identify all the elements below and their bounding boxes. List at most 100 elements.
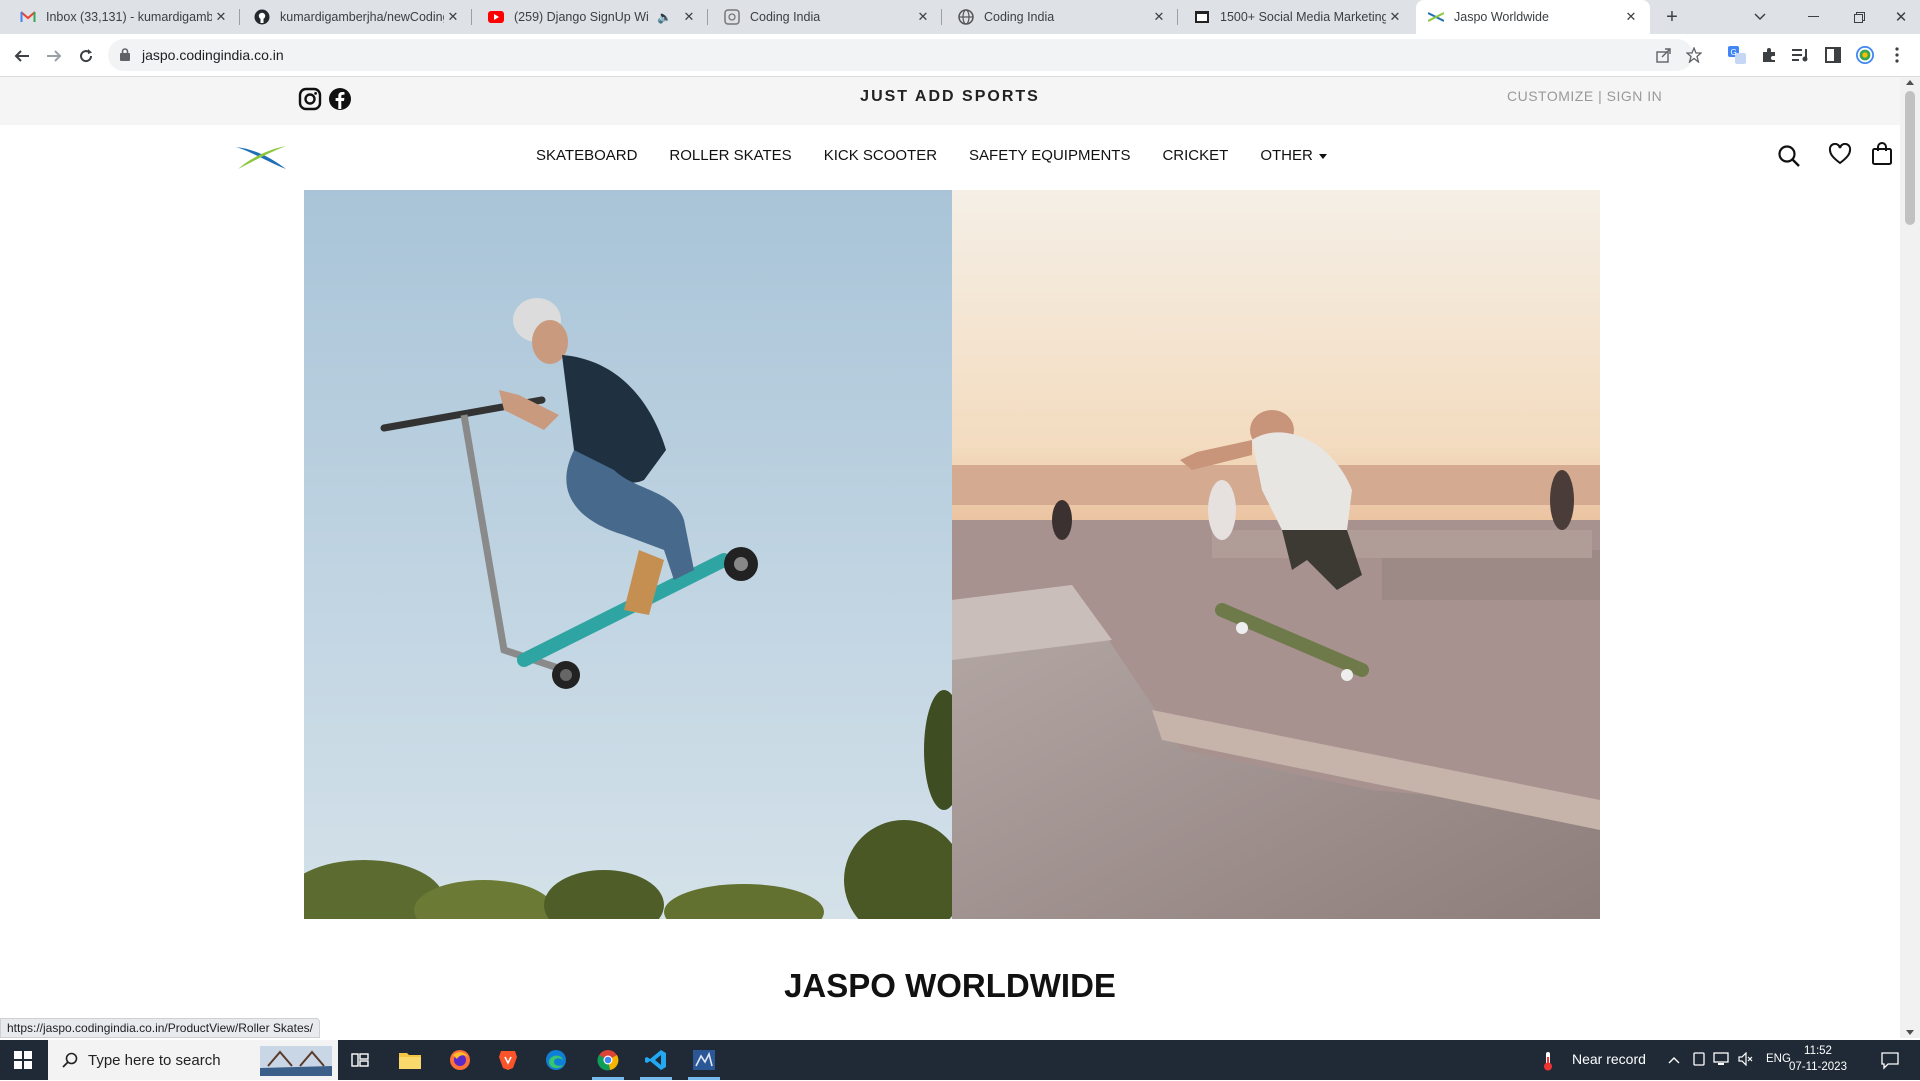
thermometer-icon[interactable] bbox=[1543, 1051, 1553, 1076]
search-placeholder: Type here to search bbox=[88, 1052, 221, 1069]
reload-button[interactable] bbox=[72, 42, 100, 70]
tab-search-button[interactable] bbox=[1746, 0, 1774, 34]
tab-title: Coding India bbox=[750, 10, 821, 24]
jaspo-icon bbox=[1428, 9, 1444, 25]
web-page: JUST ADD SPORTS CUSTOMIZE | SIGN IN SKAT… bbox=[0, 77, 1900, 1038]
weather-text[interactable]: Near record bbox=[1572, 1051, 1646, 1067]
menu-item-roller-skates[interactable]: ROLLER SKATES bbox=[669, 147, 791, 164]
close-icon[interactable]: ✕ bbox=[1386, 9, 1404, 25]
customize-signin-links[interactable]: CUSTOMIZE | SIGN IN bbox=[1507, 88, 1662, 104]
search-highlight-image[interactable] bbox=[260, 1046, 332, 1081]
wishlist-heart-icon[interactable] bbox=[1827, 141, 1853, 167]
edge-icon[interactable] bbox=[532, 1040, 580, 1080]
task-view-icon[interactable] bbox=[336, 1040, 384, 1080]
scroll-up-arrow-icon[interactable] bbox=[1906, 80, 1914, 85]
skateboarder-image[interactable] bbox=[952, 190, 1600, 919]
chevron-up-icon[interactable] bbox=[1668, 1052, 1680, 1067]
page-heading: JASPO WORLDWIDE bbox=[784, 967, 1116, 1004]
caret-down-icon bbox=[1318, 153, 1327, 159]
menu-item-other[interactable]: OTHER bbox=[1260, 147, 1327, 164]
page-scrollbar[interactable] bbox=[1900, 77, 1920, 1038]
clock-date: 07-11-2023 bbox=[1789, 1061, 1847, 1073]
tab-title: kumardigamberjha/newCoding bbox=[280, 10, 444, 24]
share-icon[interactable] bbox=[1656, 47, 1672, 63]
hero-banner bbox=[304, 190, 1600, 919]
vscode-icon[interactable] bbox=[632, 1040, 680, 1080]
search-icon bbox=[62, 1052, 78, 1073]
close-icon[interactable]: ✕ bbox=[680, 9, 698, 25]
minimize-button[interactable] bbox=[1790, 0, 1836, 34]
tab-coding-india-2[interactable]: Coding India ✕ bbox=[946, 0, 1178, 34]
gmail-icon bbox=[20, 9, 36, 25]
media-control-icon[interactable] bbox=[1792, 46, 1810, 64]
windows-taskbar: Type here to search Near record ENG 11:5… bbox=[0, 1040, 1920, 1080]
tab-gmail[interactable]: Inbox (33,131) - kumardigambe ✕ bbox=[8, 0, 240, 34]
chrome-icon[interactable] bbox=[584, 1040, 632, 1080]
tab-github[interactable]: kumardigamberjha/newCoding ✕ bbox=[242, 0, 472, 34]
website-icon bbox=[1194, 9, 1210, 25]
speaker-icon[interactable]: 🔈 bbox=[657, 10, 672, 24]
status-bar-url: https://jaspo.codingindia.co.in/ProductV… bbox=[0, 1018, 320, 1038]
search-icon[interactable] bbox=[1776, 143, 1802, 169]
menu-item-kick-scooter[interactable]: KICK SCOOTER bbox=[824, 147, 937, 164]
svg-text:G: G bbox=[1731, 48, 1737, 57]
tab-youtube[interactable]: (259) Django SignUp With 🔈 ✕ bbox=[476, 0, 708, 34]
close-icon[interactable]: ✕ bbox=[1622, 9, 1640, 25]
main-navigation: SKATEBOARD ROLLER SKATES KICK SCOOTER SA… bbox=[0, 125, 1900, 189]
forward-button[interactable] bbox=[40, 42, 68, 70]
system-clock[interactable]: 11:52 07-11-2023 bbox=[1788, 1043, 1848, 1075]
back-button[interactable] bbox=[8, 42, 36, 70]
tab-title: 1500+ Social Media Marketing bbox=[1220, 10, 1386, 24]
translate-icon[interactable]: G bbox=[1728, 46, 1746, 64]
menu-item-cricket[interactable]: CRICKET bbox=[1162, 147, 1228, 164]
file-explorer-icon[interactable] bbox=[386, 1040, 434, 1080]
browser-toolbar: jaspo.codingindia.co.in G bbox=[0, 34, 1920, 77]
scrollbar-thumb[interactable] bbox=[1905, 91, 1915, 225]
tab-social-media[interactable]: 1500+ Social Media Marketing ✕ bbox=[1182, 0, 1414, 34]
globe-icon bbox=[724, 9, 740, 25]
new-tab-button[interactable]: + bbox=[1658, 0, 1686, 34]
category-menu: SKATEBOARD ROLLER SKATES KICK SCOOTER SA… bbox=[536, 147, 1359, 164]
side-panel-icon[interactable] bbox=[1824, 46, 1842, 64]
clock-time: 11:52 bbox=[1804, 1045, 1832, 1057]
start-button[interactable] bbox=[0, 1040, 46, 1080]
top-strip: JUST ADD SPORTS CUSTOMIZE | SIGN IN bbox=[0, 77, 1900, 125]
scroll-down-arrow-icon[interactable] bbox=[1906, 1030, 1914, 1035]
close-icon[interactable]: ✕ bbox=[444, 9, 462, 25]
tab-coding-india-1[interactable]: Coding India ✕ bbox=[712, 0, 942, 34]
tab-title: Jaspo Worldwide bbox=[1454, 10, 1549, 24]
github-icon bbox=[254, 9, 270, 25]
tab-title: Coding India bbox=[984, 10, 1055, 24]
globe-icon bbox=[958, 9, 974, 25]
url-text: jaspo.codingindia.co.in bbox=[142, 47, 284, 63]
device-icon[interactable] bbox=[1693, 1052, 1705, 1069]
profile-avatar-icon[interactable] bbox=[1856, 46, 1874, 64]
restore-button[interactable] bbox=[1836, 0, 1882, 34]
extensions-puzzle-icon[interactable] bbox=[1760, 46, 1778, 64]
youtube-icon bbox=[488, 9, 504, 25]
notification-icon[interactable] bbox=[1880, 1050, 1900, 1073]
close-icon[interactable]: ✕ bbox=[914, 9, 932, 25]
chrome-menu-icon[interactable] bbox=[1888, 46, 1906, 64]
close-icon[interactable]: ✕ bbox=[212, 9, 230, 25]
close-window-button[interactable]: ✕ bbox=[1882, 0, 1920, 34]
menu-item-safety-equipments[interactable]: SAFETY EQUIPMENTS bbox=[969, 147, 1130, 164]
taskbar-search-box[interactable]: Type here to search bbox=[48, 1040, 338, 1080]
close-icon[interactable]: ✕ bbox=[1150, 9, 1168, 25]
network-icon[interactable] bbox=[1713, 1052, 1729, 1069]
brave-icon[interactable] bbox=[484, 1040, 532, 1080]
tab-jaspo-worldwide[interactable]: Jaspo Worldwide ✕ bbox=[1416, 0, 1650, 34]
tab-title: Inbox (33,131) - kumardigambe bbox=[46, 10, 212, 24]
shopping-bag-icon[interactable] bbox=[1869, 141, 1895, 167]
menu-item-skateboard[interactable]: SKATEBOARD bbox=[536, 147, 637, 164]
speaker-muted-icon[interactable] bbox=[1738, 1051, 1754, 1069]
kick-scooter-rider-image[interactable] bbox=[304, 190, 952, 919]
jaspo-logo[interactable] bbox=[234, 143, 288, 176]
firefox-icon[interactable] bbox=[436, 1040, 484, 1080]
address-bar[interactable]: jaspo.codingindia.co.in bbox=[108, 39, 1703, 71]
browser-tab-strip: Inbox (33,131) - kumardigambe ✕ kumardig… bbox=[0, 0, 1920, 34]
bookmark-star-icon[interactable] bbox=[1685, 46, 1703, 64]
app-window-icon[interactable] bbox=[680, 1040, 728, 1080]
lock-icon[interactable] bbox=[120, 48, 130, 66]
menu-item-label: OTHER bbox=[1260, 147, 1313, 164]
